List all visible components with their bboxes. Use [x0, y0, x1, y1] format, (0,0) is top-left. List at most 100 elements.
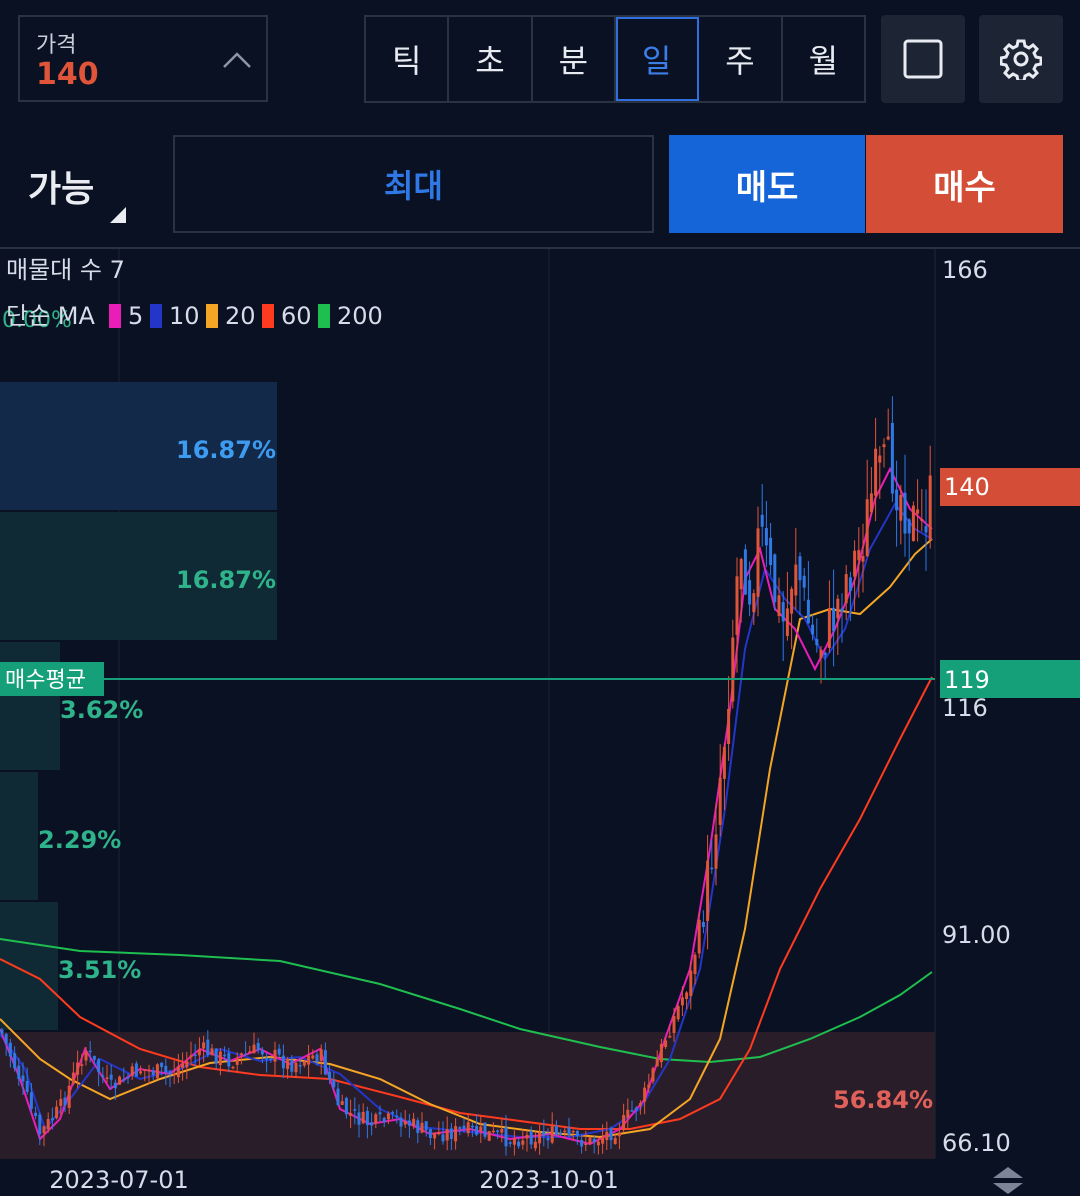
candle-body: [302, 1061, 306, 1066]
ma-60-label: 60: [281, 302, 312, 330]
vp-pct-label: 2.29%: [38, 826, 121, 854]
candle-body: [798, 556, 802, 581]
candle-body: [281, 1055, 285, 1069]
candle-body: [882, 444, 886, 448]
candle-body: [857, 550, 861, 561]
sell-button[interactable]: 매도: [669, 135, 865, 233]
candle-body: [693, 954, 697, 974]
max-button[interactable]: 최대: [173, 135, 654, 233]
candle-body: [412, 1118, 416, 1126]
candle-body: [239, 1053, 243, 1055]
candle-body: [193, 1054, 197, 1057]
candle-body: [592, 1138, 596, 1143]
candle-body: [609, 1127, 613, 1141]
candle-body: [399, 1117, 403, 1127]
candle-body: [504, 1127, 508, 1147]
vp-pct-label: 56.84%: [833, 1086, 933, 1114]
candle-body: [361, 1111, 365, 1124]
candle-body: [307, 1055, 311, 1065]
tab-second[interactable]: 초: [449, 17, 533, 101]
candle-body: [664, 1040, 668, 1047]
candle-body: [928, 475, 932, 540]
ma-200-label: 200: [337, 302, 383, 330]
candle-body: [34, 1112, 38, 1116]
tab-day[interactable]: 일: [615, 17, 700, 101]
candle-body: [160, 1062, 164, 1067]
candle-body: [256, 1042, 260, 1051]
dropdown-corner-icon[interactable]: [110, 207, 126, 223]
price-label: 가격: [36, 33, 77, 58]
candle-body: [202, 1042, 206, 1049]
candle-body: [210, 1048, 214, 1056]
candle-body: [550, 1126, 554, 1143]
y-tick: 116: [942, 694, 988, 722]
candle-body: [890, 422, 894, 494]
candle-body: [42, 1126, 46, 1134]
candle-body: [886, 436, 890, 440]
candle-body: [420, 1122, 424, 1133]
candle-body: [722, 746, 726, 779]
candle-body: [500, 1128, 504, 1133]
ma-10-label: 10: [169, 302, 200, 330]
candle-body: [916, 509, 920, 514]
candle-body: [118, 1076, 122, 1085]
candle-body: [328, 1071, 332, 1080]
avg-price-label: 매수평균: [5, 668, 86, 693]
candle-body: [491, 1130, 495, 1133]
candle-body: [143, 1069, 147, 1071]
candle-body: [8, 1042, 12, 1057]
candle-body: [181, 1063, 185, 1068]
square-icon: [903, 39, 943, 79]
candle-body: [571, 1130, 575, 1133]
chevron-up-icon[interactable]: [222, 45, 252, 75]
candle-body: [815, 639, 819, 646]
candle-body: [701, 921, 705, 928]
y-tick: 66.10: [942, 1129, 1011, 1157]
candle-body: [407, 1120, 411, 1126]
buy-button[interactable]: 매수: [866, 135, 1063, 233]
candle-body: [853, 550, 857, 577]
candle-body: [340, 1101, 344, 1105]
candle-body: [349, 1113, 353, 1116]
tab-tick[interactable]: 틱: [366, 17, 450, 101]
candle-body: [273, 1049, 277, 1062]
candle-body: [403, 1120, 407, 1125]
candle-body: [260, 1050, 264, 1055]
candle-body: [563, 1130, 567, 1133]
candle-body: [832, 607, 836, 632]
candle-body: [391, 1112, 395, 1114]
current-price-value: 140: [944, 473, 990, 501]
tab-month[interactable]: 월: [783, 17, 864, 101]
candle-body: [109, 1074, 113, 1080]
candle-body: [895, 489, 899, 511]
tab-week[interactable]: 주: [699, 17, 783, 101]
price-field[interactable]: 가격 140: [18, 15, 268, 102]
candle-body: [365, 1110, 369, 1126]
candle-body: [697, 919, 701, 954]
fullscreen-button[interactable]: [881, 15, 965, 103]
candle-body: [605, 1131, 609, 1141]
tab-minute[interactable]: 분: [533, 17, 616, 101]
candle-body: [617, 1132, 621, 1137]
vp-bar: [0, 1032, 935, 1159]
price-chart[interactable]: 매수평균 16.87% 16.87% 3.62% 2.29% 3.51% 56.…: [0, 249, 1080, 1196]
candle-body: [634, 1107, 638, 1110]
vp-bar: [0, 772, 38, 900]
volume-profile-legend: 매물대 수 7: [6, 256, 125, 284]
candle-body: [227, 1052, 231, 1067]
candle-body: [596, 1141, 600, 1146]
candle-body: [479, 1126, 483, 1131]
y-tick: 91.00: [942, 921, 1011, 949]
candle-body: [428, 1128, 432, 1139]
candle-body: [466, 1122, 470, 1134]
candle-body: [176, 1066, 180, 1078]
candle-body: [441, 1134, 445, 1142]
candle-body: [559, 1132, 563, 1135]
candle-body: [470, 1125, 474, 1128]
y-tick: 166: [942, 256, 988, 284]
candle-body: [773, 554, 777, 603]
settings-button[interactable]: [979, 15, 1063, 103]
candle-body: [97, 1059, 101, 1073]
available-label[interactable]: 가능: [28, 160, 94, 212]
candle-body: [370, 1122, 374, 1126]
